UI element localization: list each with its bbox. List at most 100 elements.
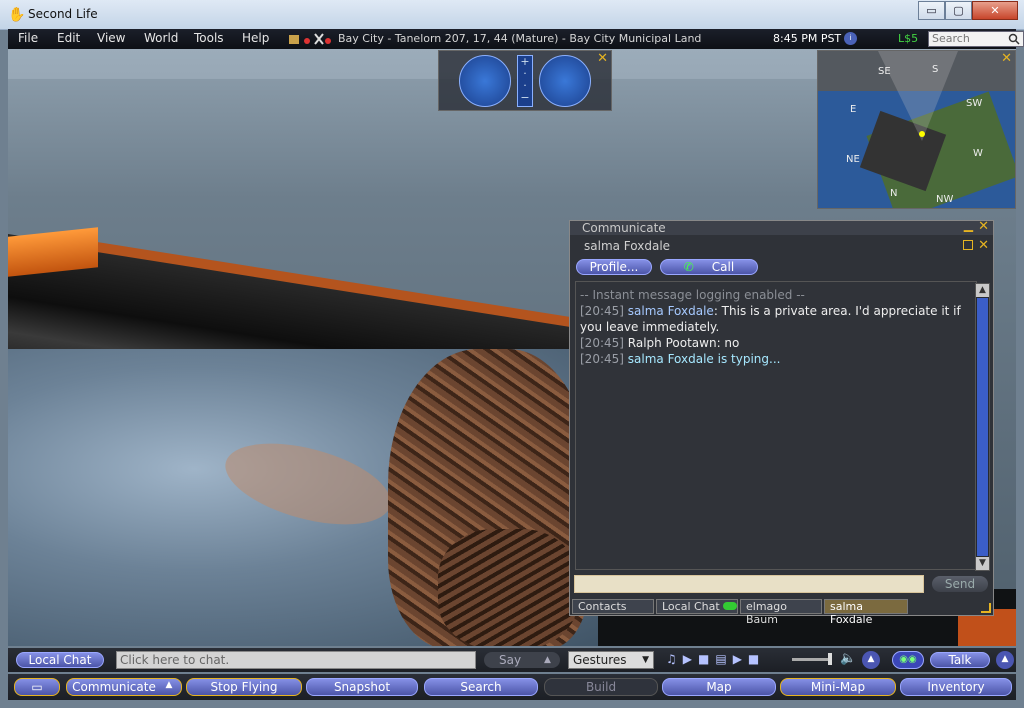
menu-file[interactable]: File xyxy=(18,31,38,45)
dir-n: N xyxy=(890,188,898,199)
search-button[interactable]: Search xyxy=(424,678,538,696)
dir-nw: NW xyxy=(936,194,954,205)
expand-media-icon[interactable]: ▲ xyxy=(862,651,880,669)
parcel-status-icons xyxy=(289,33,331,45)
local-chat-button[interactable]: Local Chat xyxy=(16,652,104,668)
im-tabs: Contacts Local Chat elmago Baum salma Fo… xyxy=(572,599,992,626)
dir-s: S xyxy=(932,64,939,75)
chevron-up-icon[interactable]: ▲ xyxy=(544,652,551,668)
window-controls: ▭ ▢ ✕ xyxy=(918,1,1018,20)
chat-bubble-icon[interactable]: ▭ xyxy=(14,678,60,696)
snapshot-button[interactable]: Snapshot xyxy=(306,678,418,696)
dir-w: W xyxy=(973,148,983,159)
history-scrollbar[interactable]: ▲ ▼ xyxy=(975,283,990,571)
phone-icon: ✆ xyxy=(683,260,694,274)
tab-salma-foxdale[interactable]: salma Foxdale xyxy=(824,599,908,626)
close-icon[interactable]: ✕ xyxy=(597,51,608,66)
volume-slider[interactable] xyxy=(792,658,832,661)
timestamp: [20:45] xyxy=(580,352,624,366)
camera-orbit-icon[interactable] xyxy=(459,55,511,107)
inventory-button[interactable]: Inventory xyxy=(900,678,1012,696)
menu-edit[interactable]: Edit xyxy=(57,31,80,45)
menu-world[interactable]: World xyxy=(144,31,178,45)
camera-zoom-slider[interactable]: + · · − xyxy=(517,55,533,107)
system-message: -- Instant message logging enabled -- xyxy=(580,288,805,302)
im-session-title: salma Foxdale xyxy=(584,239,671,253)
play-media-icon[interactable]: ▶ xyxy=(733,652,748,666)
second-life-hand-icon: ✋ xyxy=(8,7,26,23)
scroll-down-icon[interactable]: ▼ xyxy=(976,557,989,570)
talk-button[interactable]: Talk xyxy=(930,652,990,668)
say-button[interactable]: Say ▲ xyxy=(484,652,560,668)
parcel-info-icon[interactable]: i xyxy=(844,32,857,45)
im-input[interactable] xyxy=(574,575,924,593)
media-icon[interactable]: ▤ xyxy=(715,652,732,666)
chevron-up-icon[interactable]: ▲ xyxy=(160,680,178,694)
stop-icon[interactable]: ■ xyxy=(698,652,715,666)
chat-input[interactable]: Click here to chat. xyxy=(116,651,476,669)
close-window-button[interactable]: ✕ xyxy=(972,1,1018,20)
scroll-up-icon[interactable]: ▲ xyxy=(976,284,989,297)
profile-button[interactable]: Profile... xyxy=(576,259,652,275)
timestamp: [20:45] xyxy=(580,304,624,318)
mini-map[interactable]: SE S SW E W NE N NW ✕ xyxy=(817,50,1016,209)
menu-view[interactable]: View xyxy=(97,31,125,45)
mini-map-button[interactable]: Mini-Map xyxy=(780,678,896,696)
search-icon[interactable] xyxy=(1008,33,1020,45)
tab-elmago-baum[interactable]: elmago Baum xyxy=(740,599,822,626)
minimize-icon[interactable]: ▁ xyxy=(964,218,973,232)
communicate-title: Communicate xyxy=(582,221,666,235)
menu-tools[interactable]: Tools xyxy=(194,31,224,45)
dir-e: E xyxy=(850,104,857,115)
tab-label: Contacts xyxy=(578,600,627,613)
typing-indicator: salma Foxdale is typing... xyxy=(627,352,781,366)
minimize-button[interactable]: ▭ xyxy=(918,1,945,20)
map-button[interactable]: Map xyxy=(662,678,776,696)
clock: 8:45 PM PST xyxy=(773,32,842,45)
window-title: Second Life xyxy=(28,7,98,21)
build-button[interactable]: Build xyxy=(544,678,658,696)
volume-knob[interactable] xyxy=(828,653,832,665)
speaker-icon[interactable]: 🔈 xyxy=(840,651,856,666)
tear-off-icon[interactable] xyxy=(963,240,973,250)
stop-media-icon[interactable]: ■ xyxy=(748,652,765,666)
location-text[interactable]: Bay City - Tanelorn 207, 17, 44 (Mature)… xyxy=(338,32,701,45)
linden-balance[interactable]: L$5 xyxy=(898,32,918,45)
gestures-select[interactable]: Gestures ▼ xyxy=(568,651,654,669)
menu-help[interactable]: Help xyxy=(242,31,269,45)
call-label: Call xyxy=(711,260,735,274)
play-icon[interactable]: ▶ xyxy=(683,652,698,666)
timestamp: [20:45] xyxy=(580,336,624,350)
communicate-window: Communicate ▁ ✕ salma Foxdale ✕ Profile.… xyxy=(569,218,994,626)
im-line: [20:45] salma Foxdale is typing... xyxy=(580,351,972,367)
sender-name[interactable]: salma Foxdale xyxy=(628,304,714,318)
scroll-track[interactable] xyxy=(977,298,988,556)
maximize-button[interactable]: ▢ xyxy=(945,1,972,20)
close-icon[interactable]: ✕ xyxy=(1001,51,1012,66)
im-history: -- Instant message logging enabled -- [2… xyxy=(575,281,977,570)
tab-local-chat[interactable]: Local Chat xyxy=(656,599,738,614)
tab-label: Local Chat xyxy=(662,600,720,613)
dir-ne: NE xyxy=(846,154,860,165)
im-line: [20:45] Ralph Pootawn: no xyxy=(580,335,972,351)
communicate-header[interactable]: Communicate ▁ ✕ xyxy=(570,218,993,235)
camera-pan-icon[interactable] xyxy=(539,55,591,107)
chevron-down-icon: ▼ xyxy=(642,655,649,665)
camera-controls: + · · − ✕ xyxy=(438,50,612,111)
voice-chat-icon[interactable]: ◉◉ xyxy=(892,651,924,669)
title-bar: ✋ Second Life ▭ ▢ ✕ xyxy=(0,0,1024,30)
call-button[interactable]: ✆ Call xyxy=(660,259,758,275)
send-button[interactable]: Send xyxy=(932,576,988,592)
main-toolbar: ▭ Communicate ▲ Stop Flying Snapshot Sea… xyxy=(8,674,1016,700)
music-icon[interactable]: ♫ xyxy=(666,652,683,666)
tab-label: salma Foxdale xyxy=(830,600,873,626)
im-line: [20:45] salma Foxdale: This is a private… xyxy=(580,303,972,335)
chevron-up-icon[interactable]: ▲ xyxy=(996,651,1014,669)
resize-handle[interactable] xyxy=(981,603,991,613)
tab-contacts[interactable]: Contacts xyxy=(572,599,654,614)
stop-flying-button[interactable]: Stop Flying xyxy=(186,678,302,696)
close-icon[interactable]: ✕ xyxy=(978,219,989,234)
close-session-icon[interactable]: ✕ xyxy=(978,238,989,253)
my-position-dot xyxy=(919,131,925,137)
dir-se: SE xyxy=(878,66,891,77)
